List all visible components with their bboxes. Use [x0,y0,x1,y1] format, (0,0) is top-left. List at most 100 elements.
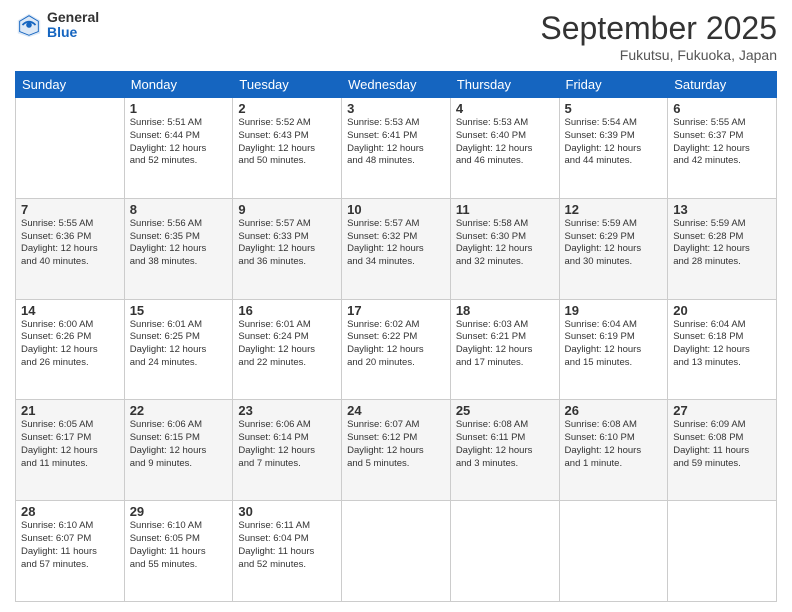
day-info: Sunrise: 6:00 AM Sunset: 6:26 PM Dayligh… [21,319,119,370]
calendar-cell [668,501,777,602]
calendar-cell: 17Sunrise: 6:02 AM Sunset: 6:22 PM Dayli… [342,299,451,400]
day-info: Sunrise: 6:08 AM Sunset: 6:10 PM Dayligh… [565,419,663,470]
calendar-cell: 2Sunrise: 5:52 AM Sunset: 6:43 PM Daylig… [233,98,342,199]
calendar-cell: 9Sunrise: 5:57 AM Sunset: 6:33 PM Daylig… [233,198,342,299]
day-number: 29 [130,504,228,519]
day-number: 1 [130,101,228,116]
calendar-cell [559,501,668,602]
day-number: 13 [673,202,771,217]
calendar-cell: 21Sunrise: 6:05 AM Sunset: 6:17 PM Dayli… [16,400,125,501]
day-info: Sunrise: 5:57 AM Sunset: 6:33 PM Dayligh… [238,218,336,269]
day-header-tuesday: Tuesday [233,72,342,98]
week-row-5: 28Sunrise: 6:10 AM Sunset: 6:07 PM Dayli… [16,501,777,602]
day-info: Sunrise: 6:04 AM Sunset: 6:18 PM Dayligh… [673,319,771,370]
day-info: Sunrise: 6:01 AM Sunset: 6:24 PM Dayligh… [238,319,336,370]
calendar-cell: 4Sunrise: 5:53 AM Sunset: 6:40 PM Daylig… [450,98,559,199]
day-header-sunday: Sunday [16,72,125,98]
day-info: Sunrise: 6:03 AM Sunset: 6:21 PM Dayligh… [456,319,554,370]
day-number: 2 [238,101,336,116]
day-info: Sunrise: 5:59 AM Sunset: 6:29 PM Dayligh… [565,218,663,269]
day-number: 14 [21,303,119,318]
logo: General Blue [15,10,99,41]
calendar-cell: 15Sunrise: 6:01 AM Sunset: 6:25 PM Dayli… [124,299,233,400]
calendar-cell: 25Sunrise: 6:08 AM Sunset: 6:11 PM Dayli… [450,400,559,501]
day-number: 3 [347,101,445,116]
calendar-cell [342,501,451,602]
day-info: Sunrise: 6:05 AM Sunset: 6:17 PM Dayligh… [21,419,119,470]
day-info: Sunrise: 5:52 AM Sunset: 6:43 PM Dayligh… [238,117,336,168]
day-number: 6 [673,101,771,116]
day-number: 5 [565,101,663,116]
calendar-cell: 14Sunrise: 6:00 AM Sunset: 6:26 PM Dayli… [16,299,125,400]
day-info: Sunrise: 5:57 AM Sunset: 6:32 PM Dayligh… [347,218,445,269]
calendar-title: September 2025 [540,10,777,47]
day-info: Sunrise: 5:58 AM Sunset: 6:30 PM Dayligh… [456,218,554,269]
day-number: 9 [238,202,336,217]
day-number: 21 [21,403,119,418]
day-info: Sunrise: 6:08 AM Sunset: 6:11 PM Dayligh… [456,419,554,470]
logo-blue: Blue [47,25,99,40]
calendar-cell: 13Sunrise: 5:59 AM Sunset: 6:28 PM Dayli… [668,198,777,299]
day-header-saturday: Saturday [668,72,777,98]
calendar-cell: 11Sunrise: 5:58 AM Sunset: 6:30 PM Dayli… [450,198,559,299]
calendar-cell: 8Sunrise: 5:56 AM Sunset: 6:35 PM Daylig… [124,198,233,299]
day-info: Sunrise: 6:06 AM Sunset: 6:14 PM Dayligh… [238,419,336,470]
day-number: 25 [456,403,554,418]
calendar-cell: 7Sunrise: 5:55 AM Sunset: 6:36 PM Daylig… [16,198,125,299]
logo-icon [15,11,43,39]
calendar-cell: 28Sunrise: 6:10 AM Sunset: 6:07 PM Dayli… [16,501,125,602]
week-row-2: 7Sunrise: 5:55 AM Sunset: 6:36 PM Daylig… [16,198,777,299]
day-number: 22 [130,403,228,418]
day-info: Sunrise: 6:04 AM Sunset: 6:19 PM Dayligh… [565,319,663,370]
calendar-cell: 18Sunrise: 6:03 AM Sunset: 6:21 PM Dayli… [450,299,559,400]
day-number: 16 [238,303,336,318]
day-number: 30 [238,504,336,519]
calendar-cell: 10Sunrise: 5:57 AM Sunset: 6:32 PM Dayli… [342,198,451,299]
day-header-monday: Monday [124,72,233,98]
calendar-cell: 29Sunrise: 6:10 AM Sunset: 6:05 PM Dayli… [124,501,233,602]
day-number: 27 [673,403,771,418]
day-info: Sunrise: 6:02 AM Sunset: 6:22 PM Dayligh… [347,319,445,370]
calendar-cell [450,501,559,602]
day-number: 18 [456,303,554,318]
day-info: Sunrise: 5:54 AM Sunset: 6:39 PM Dayligh… [565,117,663,168]
day-number: 17 [347,303,445,318]
calendar-cell: 30Sunrise: 6:11 AM Sunset: 6:04 PM Dayli… [233,501,342,602]
calendar-cell: 20Sunrise: 6:04 AM Sunset: 6:18 PM Dayli… [668,299,777,400]
day-number: 15 [130,303,228,318]
day-info: Sunrise: 6:11 AM Sunset: 6:04 PM Dayligh… [238,520,336,571]
day-info: Sunrise: 5:55 AM Sunset: 6:37 PM Dayligh… [673,117,771,168]
day-info: Sunrise: 6:07 AM Sunset: 6:12 PM Dayligh… [347,419,445,470]
calendar-table: SundayMondayTuesdayWednesdayThursdayFrid… [15,71,777,602]
calendar-cell: 22Sunrise: 6:06 AM Sunset: 6:15 PM Dayli… [124,400,233,501]
day-number: 24 [347,403,445,418]
calendar-cell: 12Sunrise: 5:59 AM Sunset: 6:29 PM Dayli… [559,198,668,299]
day-header-thursday: Thursday [450,72,559,98]
calendar-cell [16,98,125,199]
week-row-1: 1Sunrise: 5:51 AM Sunset: 6:44 PM Daylig… [16,98,777,199]
day-info: Sunrise: 6:01 AM Sunset: 6:25 PM Dayligh… [130,319,228,370]
calendar-cell: 23Sunrise: 6:06 AM Sunset: 6:14 PM Dayli… [233,400,342,501]
day-info: Sunrise: 5:53 AM Sunset: 6:41 PM Dayligh… [347,117,445,168]
day-info: Sunrise: 5:59 AM Sunset: 6:28 PM Dayligh… [673,218,771,269]
day-number: 26 [565,403,663,418]
calendar-cell: 26Sunrise: 6:08 AM Sunset: 6:10 PM Dayli… [559,400,668,501]
day-info: Sunrise: 6:06 AM Sunset: 6:15 PM Dayligh… [130,419,228,470]
calendar-cell: 6Sunrise: 5:55 AM Sunset: 6:37 PM Daylig… [668,98,777,199]
day-number: 12 [565,202,663,217]
day-number: 19 [565,303,663,318]
header-row: SundayMondayTuesdayWednesdayThursdayFrid… [16,72,777,98]
week-row-4: 21Sunrise: 6:05 AM Sunset: 6:17 PM Dayli… [16,400,777,501]
calendar-subtitle: Fukutsu, Fukuoka, Japan [540,47,777,63]
day-number: 4 [456,101,554,116]
week-row-3: 14Sunrise: 6:00 AM Sunset: 6:26 PM Dayli… [16,299,777,400]
day-number: 20 [673,303,771,318]
page: General Blue September 2025 Fukutsu, Fuk… [0,0,792,612]
day-info: Sunrise: 5:51 AM Sunset: 6:44 PM Dayligh… [130,117,228,168]
day-number: 23 [238,403,336,418]
calendar-cell: 27Sunrise: 6:09 AM Sunset: 6:08 PM Dayli… [668,400,777,501]
day-info: Sunrise: 5:53 AM Sunset: 6:40 PM Dayligh… [456,117,554,168]
logo-general: General [47,10,99,25]
day-number: 11 [456,202,554,217]
day-info: Sunrise: 6:09 AM Sunset: 6:08 PM Dayligh… [673,419,771,470]
